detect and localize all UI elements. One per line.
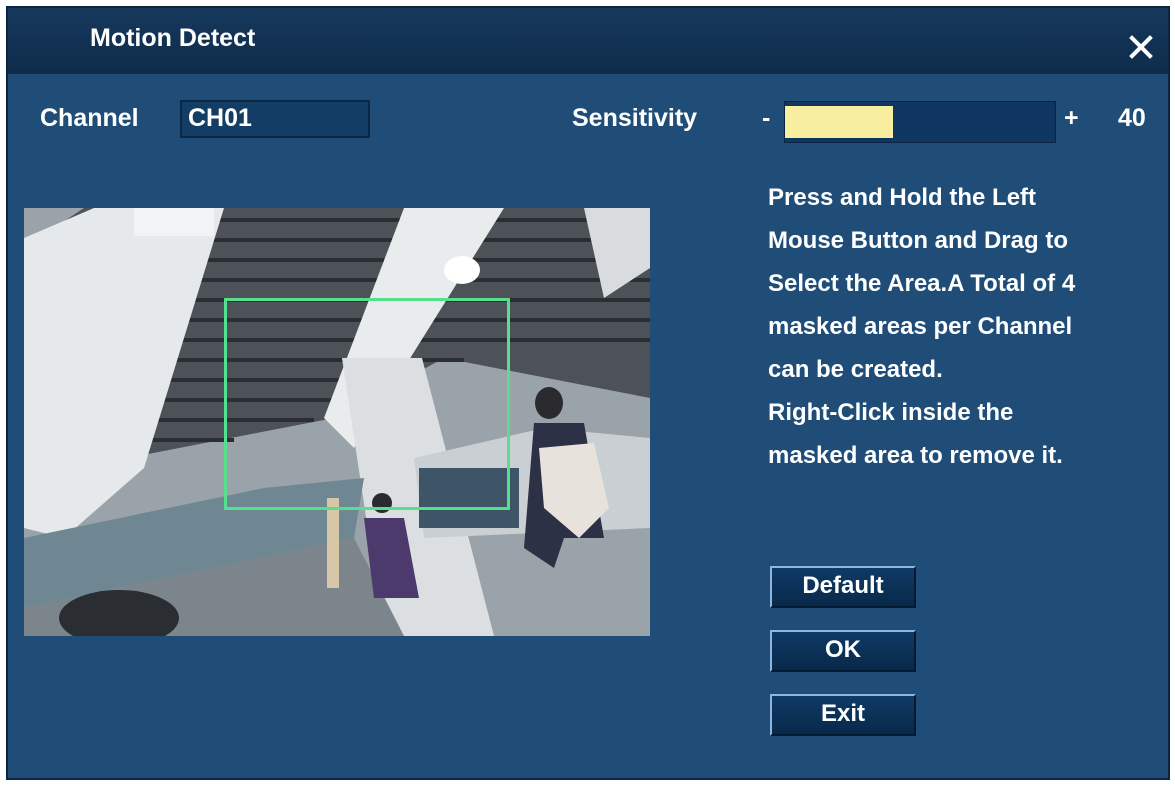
ok-button[interactable]: OK <box>770 630 916 672</box>
help-text-line: masked areas per Channel <box>768 313 1073 340</box>
default-button[interactable]: Default <box>770 566 916 608</box>
masked-area-1[interactable] <box>224 298 510 510</box>
sensitivity-increase[interactable]: + <box>1064 104 1079 133</box>
help-text-line: Select the Area.A Total of 4 <box>768 270 1076 297</box>
sensitivity-label: Sensitivity <box>572 104 698 132</box>
help-text: Press and Hold the Left Mouse Button and … <box>768 176 1158 477</box>
help-text-line: Right-Click inside the <box>768 399 1014 426</box>
exit-button[interactable]: Exit <box>770 694 916 736</box>
window-title: Motion Detect <box>90 24 256 52</box>
help-text-line: can be created. <box>768 356 943 383</box>
motion-detect-dialog: Motion Detect Channel CH01 Sensitivity -… <box>6 6 1170 780</box>
help-text-line: Press and Hold the Left <box>768 184 1037 211</box>
close-icon[interactable] <box>1124 30 1158 64</box>
title-bar[interactable]: Motion Detect <box>8 8 1168 74</box>
sensitivity-value: 40 <box>1118 104 1146 132</box>
help-text-line: Mouse Button and Drag to <box>768 227 1068 254</box>
sensitivity-decrease[interactable]: - <box>762 104 770 133</box>
channel-select[interactable]: CH01 <box>180 100 370 138</box>
sensitivity-slider-fill <box>785 106 893 138</box>
channel-label: Channel <box>40 104 139 132</box>
sensitivity-slider[interactable] <box>784 101 1056 143</box>
camera-preview[interactable] <box>24 208 650 636</box>
help-text-line: masked area to remove it. <box>768 442 1063 469</box>
